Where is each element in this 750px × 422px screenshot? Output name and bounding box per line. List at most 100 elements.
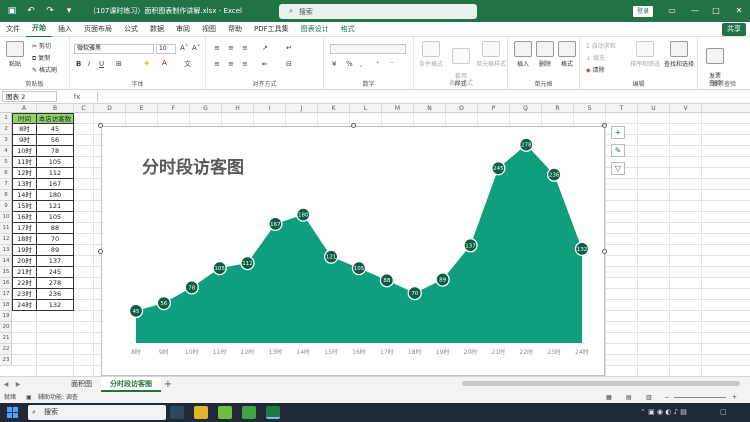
undo-icon[interactable]: ↶ — [25, 6, 37, 16]
merge-center-icon[interactable]: ⊟ — [286, 60, 292, 68]
column-header[interactable]: N — [414, 104, 446, 113]
fill-color-icon[interactable]: ◈ — [144, 59, 149, 67]
ribbon-tab-3[interactable]: 页面布局 — [78, 22, 118, 37]
increase-font-icon[interactable]: A˄ — [180, 44, 188, 52]
cell-visitors[interactable]: 180 — [37, 190, 74, 201]
ribbon-tab-1[interactable]: 开始 — [26, 21, 52, 38]
name-box[interactable]: 图表 2 — [2, 91, 57, 102]
page-layout-view-icon[interactable]: ▤ — [626, 392, 632, 403]
percent-icon[interactable]: % — [346, 60, 353, 68]
cell-visitors[interactable]: 132 — [37, 300, 74, 311]
indent-icon[interactable]: ⇤ — [262, 60, 268, 68]
decrease-decimal-icon[interactable]: ⁻ — [390, 60, 394, 68]
row-header[interactable]: 17 — [0, 289, 12, 300]
align-bottom-icon[interactable]: ≡ — [242, 44, 248, 52]
cut-button[interactable]: ✂ 剪切 — [32, 41, 51, 50]
accessibility-status[interactable]: 辅助功能: 调查 — [38, 392, 78, 403]
fill-button[interactable]: ↓ 填充 — [586, 53, 605, 62]
ribbon-tab-9[interactable]: PDF工具集 — [248, 22, 295, 37]
cell-visitors[interactable]: 137 — [37, 256, 74, 267]
row-header[interactable]: 1 — [0, 113, 12, 124]
row-header[interactable]: 7 — [0, 179, 12, 190]
cell-time[interactable]: 16时 — [12, 212, 37, 223]
ribbon-display-icon[interactable]: ▭ — [661, 0, 683, 22]
column-header[interactable]: O — [446, 104, 478, 113]
save-icon[interactable]: ▣ — [6, 6, 18, 16]
column-header[interactable]: I — [254, 104, 286, 113]
column-header[interactable]: Q — [510, 104, 542, 113]
row-header[interactable]: 14 — [0, 256, 12, 267]
row-header[interactable]: 21 — [0, 333, 12, 344]
scroll-right-icon[interactable]: ▶ — [12, 381, 24, 388]
horizontal-scrollbar[interactable] — [462, 381, 740, 386]
row-header[interactable]: 13 — [0, 245, 12, 256]
align-left-icon[interactable]: ≡ — [214, 60, 220, 68]
file-explorer-icon[interactable] — [194, 406, 208, 419]
row-header[interactable]: 12 — [0, 234, 12, 245]
wrap-text-icon[interactable]: ↵ — [286, 44, 292, 52]
windows-start-icon[interactable] — [7, 407, 18, 418]
conditional-format-button[interactable]: 条件格式 — [416, 41, 446, 68]
row-header[interactable]: 19 — [0, 311, 12, 322]
ribbon-tab-11[interactable]: 格式 — [335, 22, 361, 37]
orientation-icon[interactable]: ↗ — [262, 44, 268, 52]
insert-function-icon[interactable]: fx — [57, 93, 97, 101]
cell-time[interactable]: 15时 — [12, 201, 37, 212]
cell-time[interactable]: 22时 — [12, 278, 37, 289]
cell-time[interactable]: 10时 — [12, 146, 37, 157]
minimize-icon[interactable]: — — [684, 0, 706, 22]
sort-filter-button[interactable]: 排序和筛选 — [630, 41, 660, 68]
copy-button[interactable]: ⧉ 复制 — [32, 53, 50, 63]
column-header[interactable]: R — [542, 104, 574, 113]
column-header[interactable]: S — [574, 104, 606, 113]
align-right-icon[interactable]: ≡ — [242, 60, 248, 68]
add-sheet-icon[interactable]: + — [161, 379, 175, 390]
column-header[interactable]: F — [158, 104, 190, 113]
ribbon-tab-8[interactable]: 帮助 — [222, 22, 248, 37]
cell-header-visitors[interactable]: 本店访客数 — [37, 113, 74, 124]
cell-time[interactable]: 21时 — [12, 267, 37, 278]
maximize-icon[interactable]: □ — [705, 0, 727, 22]
notification-icon[interactable]: ▢ — [720, 403, 727, 422]
comma-icon[interactable]: , — [360, 60, 362, 68]
column-header[interactable]: T — [606, 104, 638, 113]
share-button[interactable]: 共享 — [722, 23, 746, 36]
cell-visitors[interactable]: 70 — [37, 234, 74, 245]
resize-handle-t[interactable] — [351, 123, 356, 128]
increase-decimal-icon[interactable]: ⁺ — [376, 60, 380, 68]
row-header[interactable]: 6 — [0, 168, 12, 179]
cell-time[interactable]: 11时 — [12, 157, 37, 168]
row-header[interactable]: 9 — [0, 201, 12, 212]
taskbar-app-1[interactable] — [170, 406, 184, 419]
cell-header-time[interactable]: 时间 — [12, 113, 37, 124]
row-header[interactable]: 16 — [0, 278, 12, 289]
column-header[interactable]: A — [12, 104, 37, 113]
font-size-select[interactable]: 10 — [156, 44, 176, 54]
sheet-tab-1[interactable]: 分时段访客图 — [101, 377, 161, 392]
cell-time[interactable]: 18时 — [12, 234, 37, 245]
currency-icon[interactable]: ¥ — [332, 60, 336, 68]
cell-visitors[interactable]: 88 — [37, 223, 74, 234]
zoom-out-icon[interactable]: − — [664, 392, 669, 403]
find-select-button[interactable]: 查找和选择 — [662, 41, 696, 68]
sheet-tab-0[interactable]: 面积图 — [62, 377, 101, 392]
ribbon-tab-10[interactable]: 图表设计 — [295, 22, 335, 37]
format-painter-button[interactable]: ✎ 格式刷 — [32, 65, 57, 74]
cell-visitors[interactable]: 78 — [37, 146, 74, 157]
insert-cells-button[interactable]: 插入 — [512, 41, 534, 68]
ribbon-tab-6[interactable]: 审阅 — [170, 22, 196, 37]
column-header[interactable]: U — [638, 104, 670, 113]
row-header[interactable]: 20 — [0, 322, 12, 333]
cell-time[interactable]: 20时 — [12, 256, 37, 267]
cell-visitors[interactable]: 167 — [37, 179, 74, 190]
area-series[interactable] — [136, 144, 582, 343]
cell-visitors[interactable]: 105 — [37, 212, 74, 223]
row-header[interactable]: 18 — [0, 300, 12, 311]
bold-icon[interactable]: B — [76, 60, 81, 68]
cell-visitors[interactable]: 56 — [37, 135, 74, 146]
cell-time[interactable]: 24时 — [12, 300, 37, 311]
cell-styles-button[interactable]: 单元格样式 — [475, 41, 507, 68]
excel-taskbar-icon[interactable] — [266, 406, 280, 419]
column-header[interactable]: E — [126, 104, 158, 113]
formula-input[interactable] — [97, 91, 750, 102]
